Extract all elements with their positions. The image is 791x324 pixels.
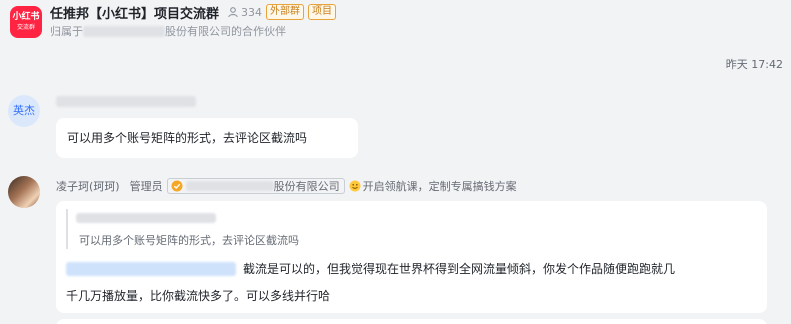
redacted-company [83,25,165,37]
role-label: 管理员 [129,180,163,193]
smile-emoji-icon [349,180,361,192]
subtitle-prefix: 归属于 [50,25,83,38]
group-avatar[interactable]: 小红书 交流群 [10,6,42,38]
chat-header: 小红书 交流群 任推邦【小红书】项目交流群 334 外部群 项目 归属于 股份有… [0,0,791,44]
redacted-mention[interactable] [66,262,236,276]
status-text: 开启领航课，定制专属搞钱方案 [362,180,517,193]
sender-name[interactable]: 凌子珂(珂珂) [56,178,120,194]
members-icon[interactable] [227,6,239,18]
title-row: 任推邦【小红书】项目交流群 334 外部群 项目 [50,3,337,22]
quoted-message[interactable]: 可以用多个账号矩阵的形式，去评论区截流吗 [66,209,299,249]
redacted-company [185,181,274,191]
verified-icon [171,180,183,192]
subtitle-suffix: 股份有限公司的合作伙伴 [165,25,286,38]
group-avatar-line2: 交流群 [16,24,35,31]
member-count[interactable]: 334 [241,6,262,19]
message-text-line2: 千几万播放量，比你截流快多了。可以多线并行哈 [66,289,331,303]
sender-avatar-photo[interactable] [8,176,40,208]
quoted-text: 可以用多个账号矩阵的形式，去评论区截流吗 [79,234,299,247]
next-message-bubble [56,319,767,324]
company-suffix: 股份有限公司 [273,180,340,193]
message-timestamp: 昨天 17:42 [725,58,783,71]
external-group-tag: 外部群 [266,4,305,20]
message-bubble[interactable]: 可以用多个账号矩阵的形式，去评论区截流吗 [56,118,358,158]
sender-avatar[interactable]: 英杰 [8,95,40,127]
company-badge: 股份有限公司 [166,178,345,194]
redacted-quote-sender [76,213,216,223]
group-subtitle: 归属于 股份有限公司的合作伙伴 [50,23,286,39]
group-title[interactable]: 任推邦【小红书】项目交流群 [50,3,219,22]
project-tag: 项目 [308,4,337,20]
redacted-sender-name [56,96,196,107]
group-avatar-line1: 小红书 [12,12,40,22]
sender-info-row: 凌子珂(珂珂) 管理员 股份有限公司 开启领航课，定制专属搞钱方案 [56,178,517,194]
reply-message-bubble[interactable]: 可以用多个账号矩阵的形式，去评论区截流吗 截流是可以的，但我觉得现在世界杯得到全… [56,201,767,313]
message-text-line1: 截流是可以的，但我觉得现在世界杯得到全网流量倾斜，你发个作品随便跑跑就几 [243,262,676,276]
